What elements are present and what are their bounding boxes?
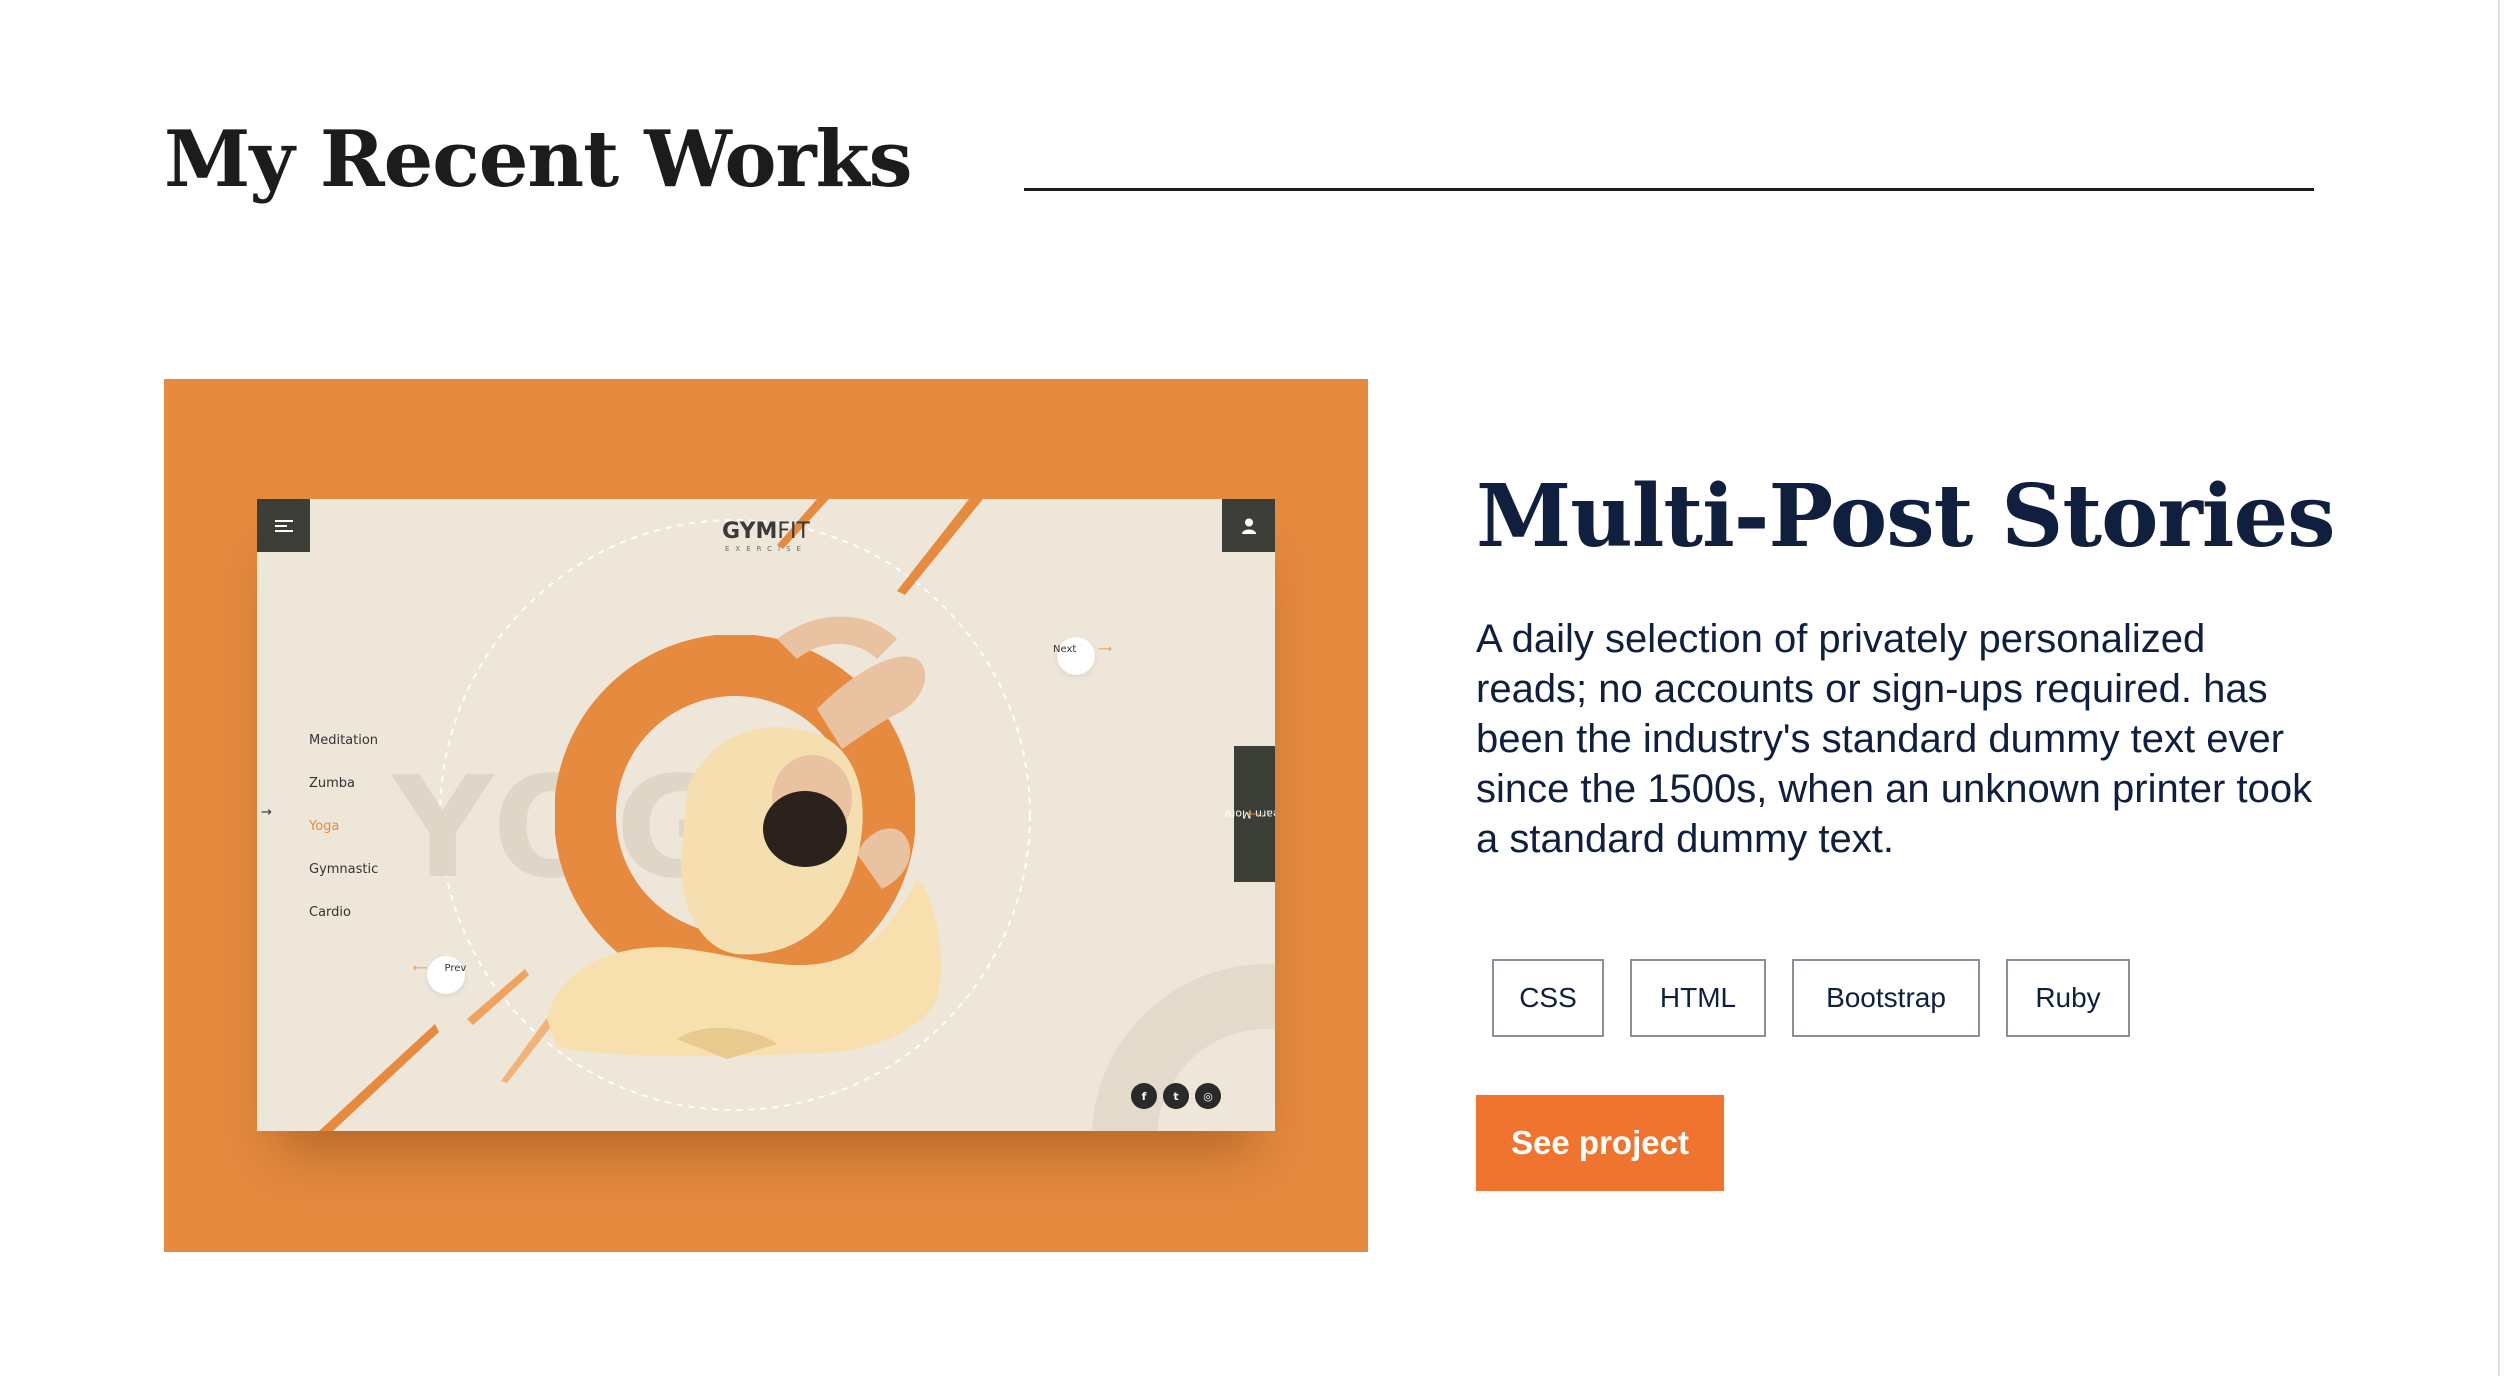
mockup-prev-label: Prev xyxy=(444,963,467,974)
mockup-prev-nav: ⟵ Prev xyxy=(413,963,466,974)
arrow-right-icon: ⟶ xyxy=(1246,807,1263,821)
instagram-icon: ◎ xyxy=(1195,1083,1221,1109)
mockup-logo-light: FIT xyxy=(777,519,810,544)
mockup-prev-dot xyxy=(427,956,465,994)
page-edge-divider xyxy=(2498,0,2500,1376)
yoga-figure-illustration xyxy=(547,616,941,1059)
arrow-right-icon: ⟶ xyxy=(1097,644,1112,655)
tag-css: CSS xyxy=(1492,959,1604,1037)
mockup-next-dot xyxy=(1057,637,1095,675)
twitter-icon: t xyxy=(1163,1083,1189,1109)
mockup-next-label: Next xyxy=(1053,644,1077,655)
mockup-next-nav: Next ⟶ xyxy=(1053,644,1112,655)
project-preview-image: YOGA GYMFIT EXERCISE → Meditation Zumba … xyxy=(164,379,1368,1252)
facebook-icon: f xyxy=(1131,1083,1157,1109)
see-project-button[interactable]: See project xyxy=(1476,1095,1724,1191)
project-description: A daily selection of privately personali… xyxy=(1476,617,2313,861)
title-divider xyxy=(1024,188,2314,191)
mockup-menu-item: Cardio xyxy=(309,905,351,920)
project-title: Multi-Post Stories xyxy=(1476,466,2336,567)
section-title: My Recent Works xyxy=(164,114,913,205)
arrow-right-icon: → xyxy=(261,805,272,820)
mockup-menu-item: Meditation xyxy=(309,733,379,748)
mockup-menu-item-active: Yoga xyxy=(309,819,340,834)
tag-ruby: Ruby xyxy=(2006,959,2130,1037)
mockup-screen: YOGA GYMFIT EXERCISE → Meditation Zumba … xyxy=(257,499,1275,1131)
mockup-category-menu: Meditation Zumba Yoga Gymnastic Cardio xyxy=(309,719,378,934)
mockup-social-links: f t ◎ xyxy=(1131,1083,1221,1109)
mockup-learn-more: Learn More ⟶ xyxy=(1224,746,1275,882)
mockup-logo-bold: GYM xyxy=(722,519,778,544)
tag-html: HTML xyxy=(1630,959,1766,1037)
tech-tags: CSS HTML Bootstrap Ruby xyxy=(1492,959,2130,1037)
mockup-logo-subtitle: EXERCISE xyxy=(725,545,807,553)
mockup-menu-item: Zumba xyxy=(309,776,356,791)
mockup-logo: GYMFIT xyxy=(257,519,1275,544)
tag-bootstrap: Bootstrap xyxy=(1792,959,1980,1037)
mockup-menu-item: Gymnastic xyxy=(309,862,379,877)
arrow-left-icon: ⟵ xyxy=(413,963,428,974)
